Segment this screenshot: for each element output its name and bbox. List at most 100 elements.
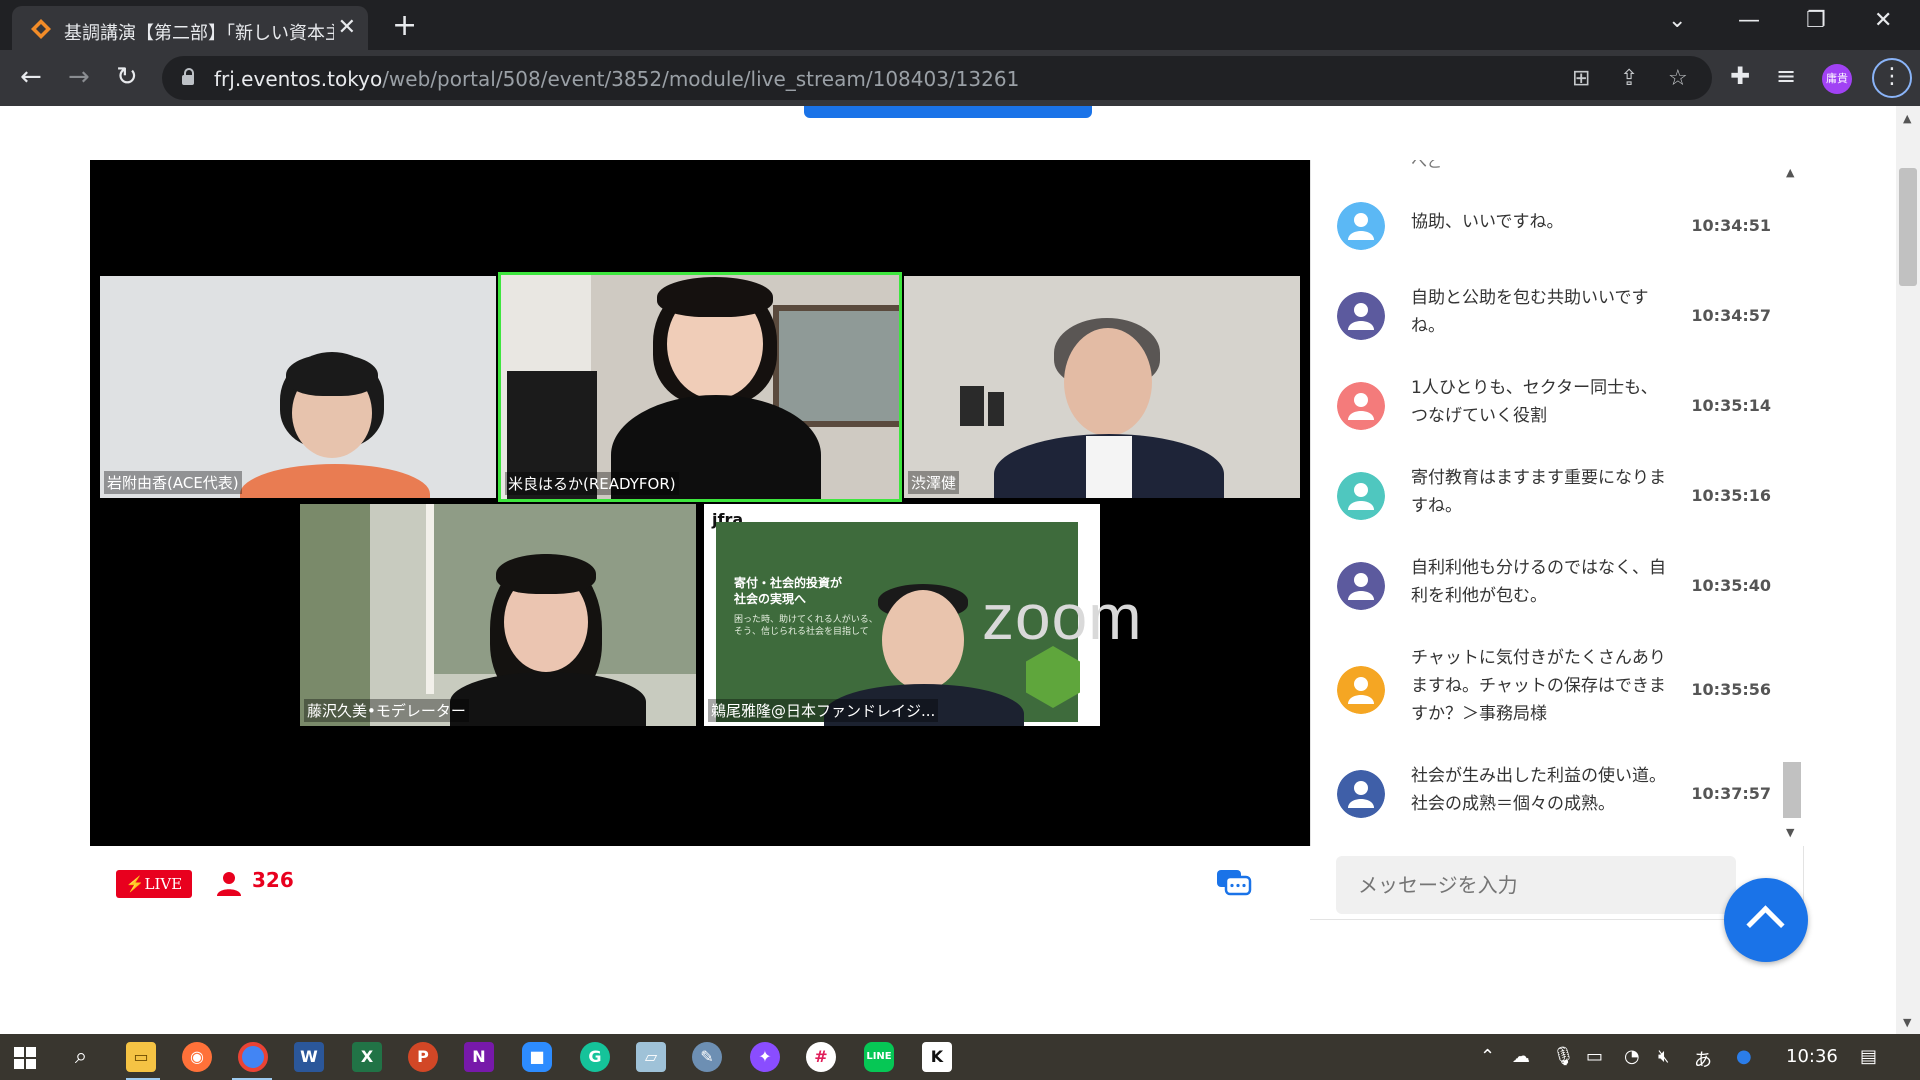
participant-tile: 渋澤健 (904, 276, 1300, 498)
word-icon[interactable]: W (294, 1042, 324, 1072)
chat-message-time: 10:35:40 (1691, 576, 1771, 595)
chat-message-time: 10:35:56 (1691, 680, 1771, 699)
user-avatar-icon (1337, 666, 1385, 714)
extensions-icon[interactable]: ✚ (1730, 62, 1750, 90)
windows-taskbar: ⌕ ▭ ◉ W X P N ■ G ▱ ✎ ✦ # LINE K ⌃ ☁ 🎙︎ … (0, 1034, 1920, 1080)
user-avatar-icon (1337, 562, 1385, 610)
windows-start-icon[interactable] (14, 1047, 36, 1069)
chat-scroll-up-icon[interactable]: ▲ (1786, 166, 1794, 179)
restore-icon[interactable]: ❐ (1806, 8, 1826, 33)
page-scrollbar-thumb[interactable] (1899, 168, 1917, 286)
chat-message-time: 10:37:57 (1691, 784, 1771, 803)
live-label: LIVE (144, 875, 183, 893)
video-player[interactable]: 岩附由香(ACE代表) 米良はるか(READYFOR) 渋澤健 藤沢久美•モデレ… (90, 160, 1310, 846)
tab-title: 基調講演【第二部】「新しい資本主義 (64, 23, 334, 44)
battery-icon[interactable]: ▭ (1586, 1046, 1603, 1067)
zoom-logo: zoom (982, 581, 1143, 653)
participant-name: 藤沢久美•モデレーター (304, 699, 469, 722)
viewer-count: 326 (252, 868, 294, 892)
url-path: /web/portal/508/event/3852/module/live_s… (382, 67, 1020, 91)
chat-scroll-down-icon[interactable]: ▼ (1786, 826, 1794, 839)
translate-icon[interactable]: ⊞ (1572, 66, 1590, 91)
player-footer: ⚡LIVE 326 (90, 846, 1310, 920)
tray-chevron-icon[interactable]: ⌃ (1480, 1046, 1495, 1067)
notification-icon[interactable]: ▤ (1860, 1046, 1877, 1067)
chat-message-text: 寄付教育はますます重要になりますね。 (1411, 468, 1666, 516)
firefox-icon[interactable]: ◉ (182, 1042, 212, 1072)
user-avatar-icon (1337, 202, 1385, 250)
paint-app-icon[interactable]: ✎ (692, 1042, 722, 1072)
active-tab-indicator (804, 106, 1092, 118)
chat-message-time: 10:34:51 (1691, 216, 1771, 235)
wifi-icon[interactable]: ◔ (1624, 1046, 1640, 1067)
browser-toolbar: ← → ↻ frj.eventos.tokyo/web/portal/508/e… (0, 50, 1920, 106)
scroll-to-top-button[interactable] (1724, 878, 1808, 962)
lock-icon (182, 68, 194, 85)
taskbar-clock[interactable]: 10:36 (1786, 1046, 1838, 1067)
user-avatar-icon (1337, 292, 1385, 340)
chevron-up-icon (1746, 905, 1785, 944)
chat-message-time: 10:35:14 (1691, 396, 1771, 415)
chrome-icon[interactable] (238, 1042, 268, 1072)
user-avatar-icon (1337, 770, 1385, 818)
bookmark-star-icon[interactable]: ☆ (1668, 66, 1688, 91)
forward-icon[interactable]: → (68, 62, 90, 92)
participant-tile: 藤沢久美•モデレーター (300, 504, 696, 726)
chat-scrollbar-thumb[interactable] (1783, 762, 1801, 818)
chat-scrollbar[interactable] (1784, 162, 1802, 844)
grammarly-icon[interactable]: G (580, 1042, 610, 1072)
chat-toggle-icon[interactable] (1216, 868, 1252, 898)
zoom-app-icon[interactable]: ■ (522, 1042, 552, 1072)
chat-message-time: 10:34:57 (1691, 306, 1771, 325)
minimize-icon[interactable]: — (1738, 8, 1760, 33)
participant-name: 米良はるか(READYFOR) (505, 472, 679, 495)
url-host: frj.eventos.tokyo (214, 67, 383, 91)
new-tab-icon[interactable]: + (392, 8, 417, 43)
line-app-icon[interactable]: LINE (864, 1042, 894, 1072)
speaker-muted-icon[interactable]: 🔇︎ (1658, 1046, 1669, 1067)
media-control-icon[interactable]: ≡ (1776, 62, 1796, 90)
edge-icon[interactable]: ● (1736, 1046, 1752, 1067)
page-scroll-up-icon[interactable]: ▲ (1903, 112, 1911, 125)
onenote-icon[interactable]: N (464, 1042, 494, 1072)
user-avatar-icon (1337, 382, 1385, 430)
chat-message-text: 社会が生み出した利益の使い道。社会の成熟＝個々の成熟。 (1411, 766, 1666, 814)
slide-heading: 寄付・社会的投資が (734, 576, 843, 590)
back-icon[interactable]: ← (20, 62, 42, 92)
chat-message-text: 自利利他も分けるのではなく、自利を利他が包む。 (1411, 558, 1666, 606)
chat-panel: へと 協助、いいですね。 10:34:51 自助と公助を包む共助いいですね。 1… (1310, 160, 1805, 846)
slack-icon[interactable]: # (806, 1042, 836, 1072)
tab-close-icon[interactable]: ✕ (338, 15, 356, 40)
chat-message-text: 協助、いいですね。 (1411, 212, 1564, 232)
onedrive-icon[interactable]: ☁ (1512, 1046, 1530, 1067)
microphone-icon[interactable]: 🎙︎ (1552, 1046, 1575, 1067)
participant-tile: 岩附由香(ACE代表) (100, 276, 496, 498)
browser-tab-bar: 基調講演【第二部】「新しい資本主義 ✕ + ⌄ — ❐ ✕ (0, 0, 1920, 50)
notes-app-icon[interactable]: ▱ (636, 1042, 666, 1072)
user-avatar-icon (1337, 472, 1385, 520)
chat-message-input[interactable] (1336, 856, 1736, 914)
site-favicon-icon (31, 19, 51, 39)
viewer-person-icon (217, 872, 241, 896)
powerpoint-icon[interactable]: P (408, 1042, 438, 1072)
chat-message-text: 自助と公助を包む共助いいですね。 (1411, 288, 1649, 336)
chat-message-time: 10:35:16 (1691, 486, 1771, 505)
reload-icon[interactable]: ↻ (116, 62, 138, 92)
browser-menu-icon[interactable]: ⋮ (1872, 58, 1912, 98)
participant-name: 岩附由香(ACE代表) (104, 471, 242, 494)
address-bar[interactable]: frj.eventos.tokyo/web/portal/508/event/3… (162, 56, 1712, 100)
messenger-icon[interactable]: ✦ (750, 1042, 780, 1072)
url-text: frj.eventos.tokyo/web/portal/508/event/3… (214, 67, 1019, 91)
profile-avatar[interactable]: 庸貴 (1822, 64, 1852, 94)
tab-search-icon[interactable]: ⌄ (1668, 8, 1686, 33)
excel-icon[interactable]: X (352, 1042, 382, 1072)
kindle-icon[interactable]: K (922, 1042, 952, 1072)
page-scroll-down-icon[interactable]: ▼ (1903, 1016, 1911, 1029)
ime-indicator[interactable]: あ (1694, 1046, 1712, 1072)
file-explorer-icon[interactable]: ▭ (126, 1042, 156, 1072)
window-close-icon[interactable]: ✕ (1874, 8, 1892, 33)
share-icon[interactable]: ⇪ (1620, 66, 1638, 91)
browser-tab[interactable]: 基調講演【第二部】「新しい資本主義 ✕ (12, 6, 368, 50)
search-icon[interactable]: ⌕ (66, 1042, 96, 1072)
chat-message-text: 1人ひとりも、セクター同士も、つなげていく役割 (1411, 378, 1658, 426)
